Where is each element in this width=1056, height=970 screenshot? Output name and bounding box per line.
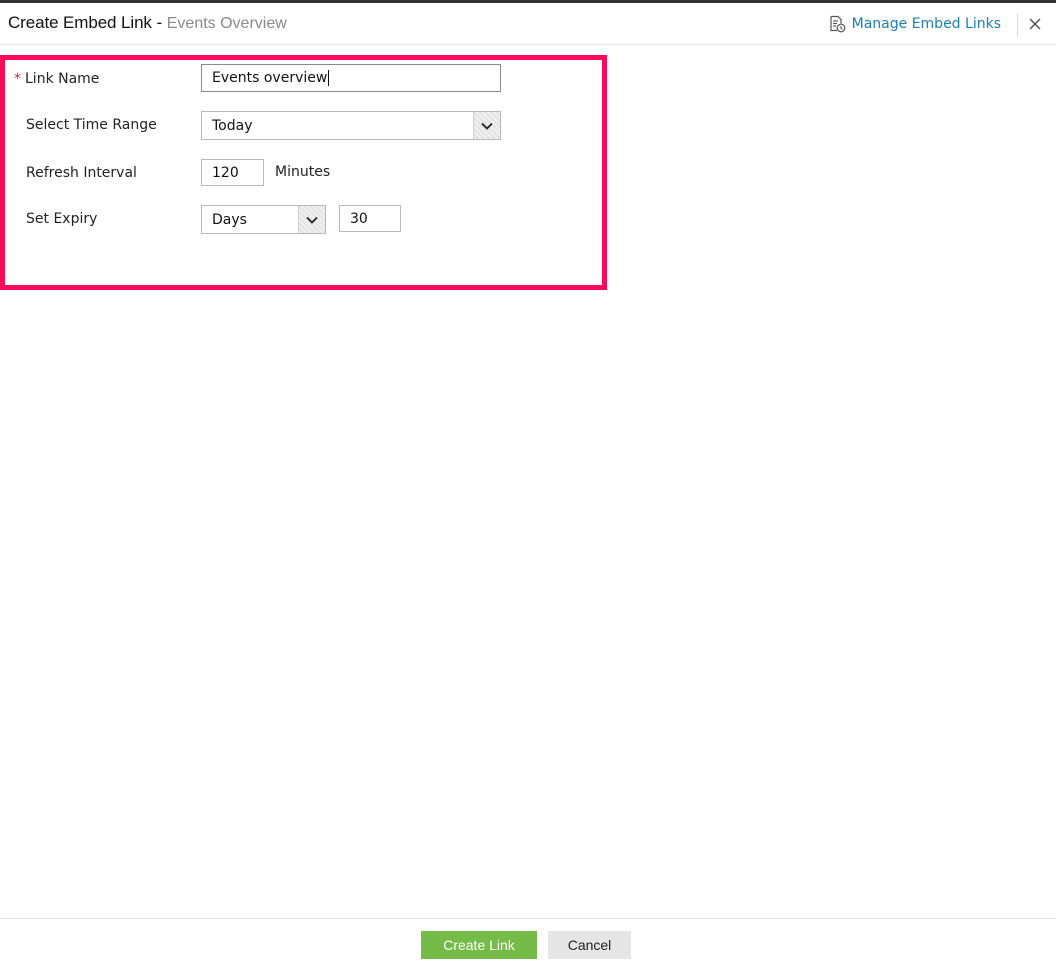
required-marker: * (14, 71, 21, 87)
close-icon[interactable] (1027, 16, 1043, 32)
set-expiry-label: Set Expiry (26, 211, 98, 227)
link-name-input[interactable]: Events overview (201, 64, 501, 92)
header-divider (1017, 13, 1018, 37)
refresh-interval-label: Refresh Interval (26, 165, 137, 181)
manage-embed-links-link[interactable]: Manage Embed Links (828, 15, 1001, 33)
cancel-button[interactable]: Cancel (548, 931, 631, 959)
refresh-interval-input[interactable]: 120 (201, 159, 264, 186)
expiry-value-input[interactable]: 30 (339, 205, 401, 232)
create-link-button[interactable]: Create Link (421, 931, 537, 959)
link-name-value: Events overview (212, 70, 328, 86)
chevron-down-icon[interactable] (298, 206, 325, 233)
title-text: Create Embed Link - (8, 13, 163, 32)
dialog-header: Create Embed Link - Events Overview Mana… (0, 3, 1056, 45)
link-name-label-text: Link Name (25, 71, 100, 87)
chevron-down-icon[interactable] (473, 112, 500, 139)
refresh-interval-unit: Minutes (275, 164, 331, 180)
expiry-unit-select[interactable]: Days (201, 205, 326, 234)
time-range-select[interactable]: Today (201, 111, 501, 140)
time-range-label: Select Time Range (26, 117, 157, 133)
text-cursor (328, 70, 330, 86)
expiry-unit-value: Days (212, 211, 247, 228)
dialog-title: Create Embed Link - Events Overview (8, 13, 287, 33)
report-name: Events Overview (166, 15, 287, 32)
expiry-value: 30 (350, 210, 368, 227)
refresh-interval-value: 120 (212, 164, 239, 181)
manage-links-icon (828, 15, 846, 33)
manage-embed-links-label: Manage Embed Links (851, 16, 1001, 32)
time-range-value: Today (212, 117, 253, 134)
link-name-label: * Link Name (14, 71, 99, 87)
